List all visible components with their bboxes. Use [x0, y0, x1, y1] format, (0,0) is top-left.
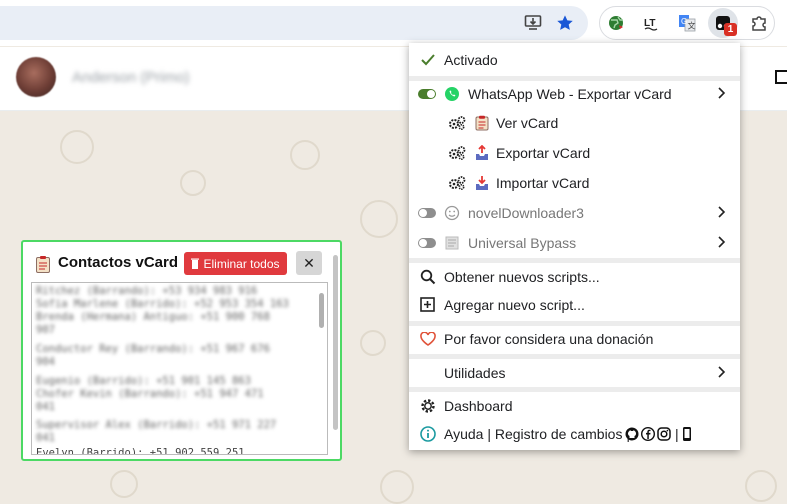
gears-icon	[449, 146, 466, 161]
contact-line: Sofia Marlene (Barrido): +52 953 354 163	[36, 298, 289, 310]
contact-line: Supervisor Alex (Barrido): +51 971 227	[36, 419, 277, 431]
trash-icon	[191, 258, 200, 269]
textarea-scroll-thumb[interactable]	[319, 293, 324, 328]
help-separator: |	[675, 426, 679, 442]
script-toggle[interactable]	[418, 89, 436, 99]
menu-item-label: Ayuda | Registro de cambios |	[444, 426, 630, 442]
wallpaper-doodle	[60, 130, 94, 164]
menu-item-label: Dashboard	[444, 398, 513, 414]
contact-line: Ritchez (Barrando): +53 934 983 916	[36, 285, 258, 297]
extensions-puzzle-icon[interactable]	[746, 10, 772, 36]
command-label: Exportar vCard	[496, 145, 591, 161]
script-generic-icon	[445, 236, 459, 250]
heart-icon	[420, 332, 436, 346]
panel-scrollbar[interactable]	[333, 255, 338, 430]
translate-icon[interactable]: G文	[674, 10, 700, 36]
instagram-icon[interactable]	[657, 427, 671, 441]
contact-name[interactable]: Anderson (Primo)	[72, 69, 190, 86]
wallpaper-doodle	[290, 140, 320, 170]
close-button[interactable]: ✕	[296, 251, 322, 275]
wallpaper-doodle	[360, 330, 386, 356]
whatsapp-icon	[445, 87, 459, 101]
userscript-count-badge: 1	[724, 23, 737, 36]
command-label: Importar vCard	[496, 175, 590, 191]
contact-line: 041	[36, 432, 55, 444]
menu-item-donation[interactable]: Por favor considera una donación	[409, 324, 740, 354]
inbox-tray-icon	[476, 176, 488, 190]
check-icon	[421, 54, 435, 66]
gears-icon	[449, 116, 466, 131]
menu-item-help[interactable]: Ayuda | Registro de cambios | |	[409, 419, 740, 449]
menu-item-label: Por favor considera una donación	[444, 331, 654, 347]
address-bar[interactable]	[0, 6, 588, 40]
languagetool-icon[interactable]: LT	[639, 10, 665, 36]
menu-item-command-importar-vcard[interactable]: Importar vCard	[409, 168, 740, 198]
contact-line: Eugenio (Barrido): +51 901 145 863	[36, 375, 251, 387]
clipboard-icon	[35, 255, 51, 276]
wallpaper-doodle	[745, 470, 777, 502]
contact-line: Chofer Kevin (Barrando): +51 947 471	[36, 388, 264, 400]
contact-line: 904	[36, 356, 55, 368]
contact-line: 907	[36, 324, 55, 336]
svg-text:G: G	[681, 17, 687, 26]
close-icon: ✕	[303, 254, 315, 271]
header-action-icon[interactable]	[775, 70, 787, 84]
bookmark-star-icon[interactable]	[552, 10, 578, 36]
menu-item-script-whatsapp[interactable]: WhatsApp Web - Exportar vCard	[409, 79, 740, 109]
menu-item-label: Utilidades	[444, 365, 506, 381]
clear-all-button[interactable]: Eliminar todos	[184, 252, 287, 275]
chevron-right-icon	[718, 87, 726, 99]
tampermonkey-menu: Activado WhatsApp Web - Exportar vCard V…	[409, 43, 740, 450]
chevron-right-icon	[718, 366, 726, 378]
svg-text:LT: LT	[644, 18, 655, 29]
menu-item-label: Activado	[444, 52, 498, 68]
menu-item-label: Agregar nuevo script...	[444, 297, 585, 313]
script-name: Universal Bypass	[468, 235, 577, 251]
gears-icon	[449, 176, 466, 191]
contact-line: Evelyn (Barrido): +51 902 559 251	[36, 447, 245, 455]
clipboard-icon	[475, 115, 489, 131]
contact-line: Brenda (Hermana) Antiguo: +51 900 768	[36, 311, 270, 323]
menu-item-command-exportar-vcard[interactable]: Exportar vCard	[409, 138, 740, 168]
wallpaper-doodle	[360, 200, 398, 238]
menu-item-get-new-scripts[interactable]: Obtener nuevos scripts...	[409, 262, 740, 292]
menu-item-dashboard[interactable]: Dashboard	[409, 391, 740, 421]
chevron-right-icon	[718, 206, 726, 218]
avatar[interactable]	[16, 57, 56, 97]
mobile-icon[interactable]	[682, 426, 692, 442]
install-app-icon[interactable]	[520, 10, 546, 36]
menu-item-utilities[interactable]: Utilidades	[409, 358, 740, 388]
search-icon	[420, 269, 436, 285]
command-label: Ver vCard	[496, 115, 559, 131]
script-name: WhatsApp Web - Exportar vCard	[468, 86, 672, 102]
panel-title: Contactos vCard	[58, 254, 179, 271]
menu-item-script-noveldownloader[interactable]: novelDownloader3	[409, 198, 740, 228]
wallpaper-doodle	[180, 170, 206, 196]
clear-all-label: Eliminar todos	[203, 256, 280, 271]
menu-item-command-ver-vcard[interactable]: Ver vCard	[409, 108, 740, 138]
info-icon	[420, 426, 436, 442]
menu-item-label: Obtener nuevos scripts...	[444, 269, 600, 285]
script-toggle[interactable]	[418, 208, 436, 218]
script-name: novelDownloader3	[468, 205, 584, 221]
gear-icon	[421, 399, 435, 413]
wallpaper-doodle	[380, 470, 414, 504]
menu-item-add-new-script[interactable]: Agregar nuevo script...	[409, 290, 740, 320]
script-toggle[interactable]	[418, 238, 436, 248]
wallpaper-doodle	[110, 470, 138, 498]
svg-text:文: 文	[688, 21, 696, 31]
contacts-textarea[interactable]: Ritchez (Barrando): +53 934 983 916 Sofi…	[31, 282, 328, 455]
smiley-icon	[444, 205, 460, 221]
extension-globe-icon[interactable]	[603, 10, 629, 36]
outbox-tray-icon	[476, 145, 488, 160]
github-icon[interactable]	[625, 427, 639, 441]
menu-item-script-universal-bypass[interactable]: Universal Bypass	[409, 228, 740, 258]
add-square-icon	[420, 297, 435, 312]
contact-line: Conductor Rey (Barrando): +51 967 676	[36, 343, 270, 355]
menu-item-enabled[interactable]: Activado	[409, 45, 740, 75]
browser-toolbar: LT G文 1	[0, 0, 787, 46]
chevron-right-icon	[718, 236, 726, 248]
contact-line: 041	[36, 401, 55, 413]
facebook-icon[interactable]	[641, 427, 655, 441]
